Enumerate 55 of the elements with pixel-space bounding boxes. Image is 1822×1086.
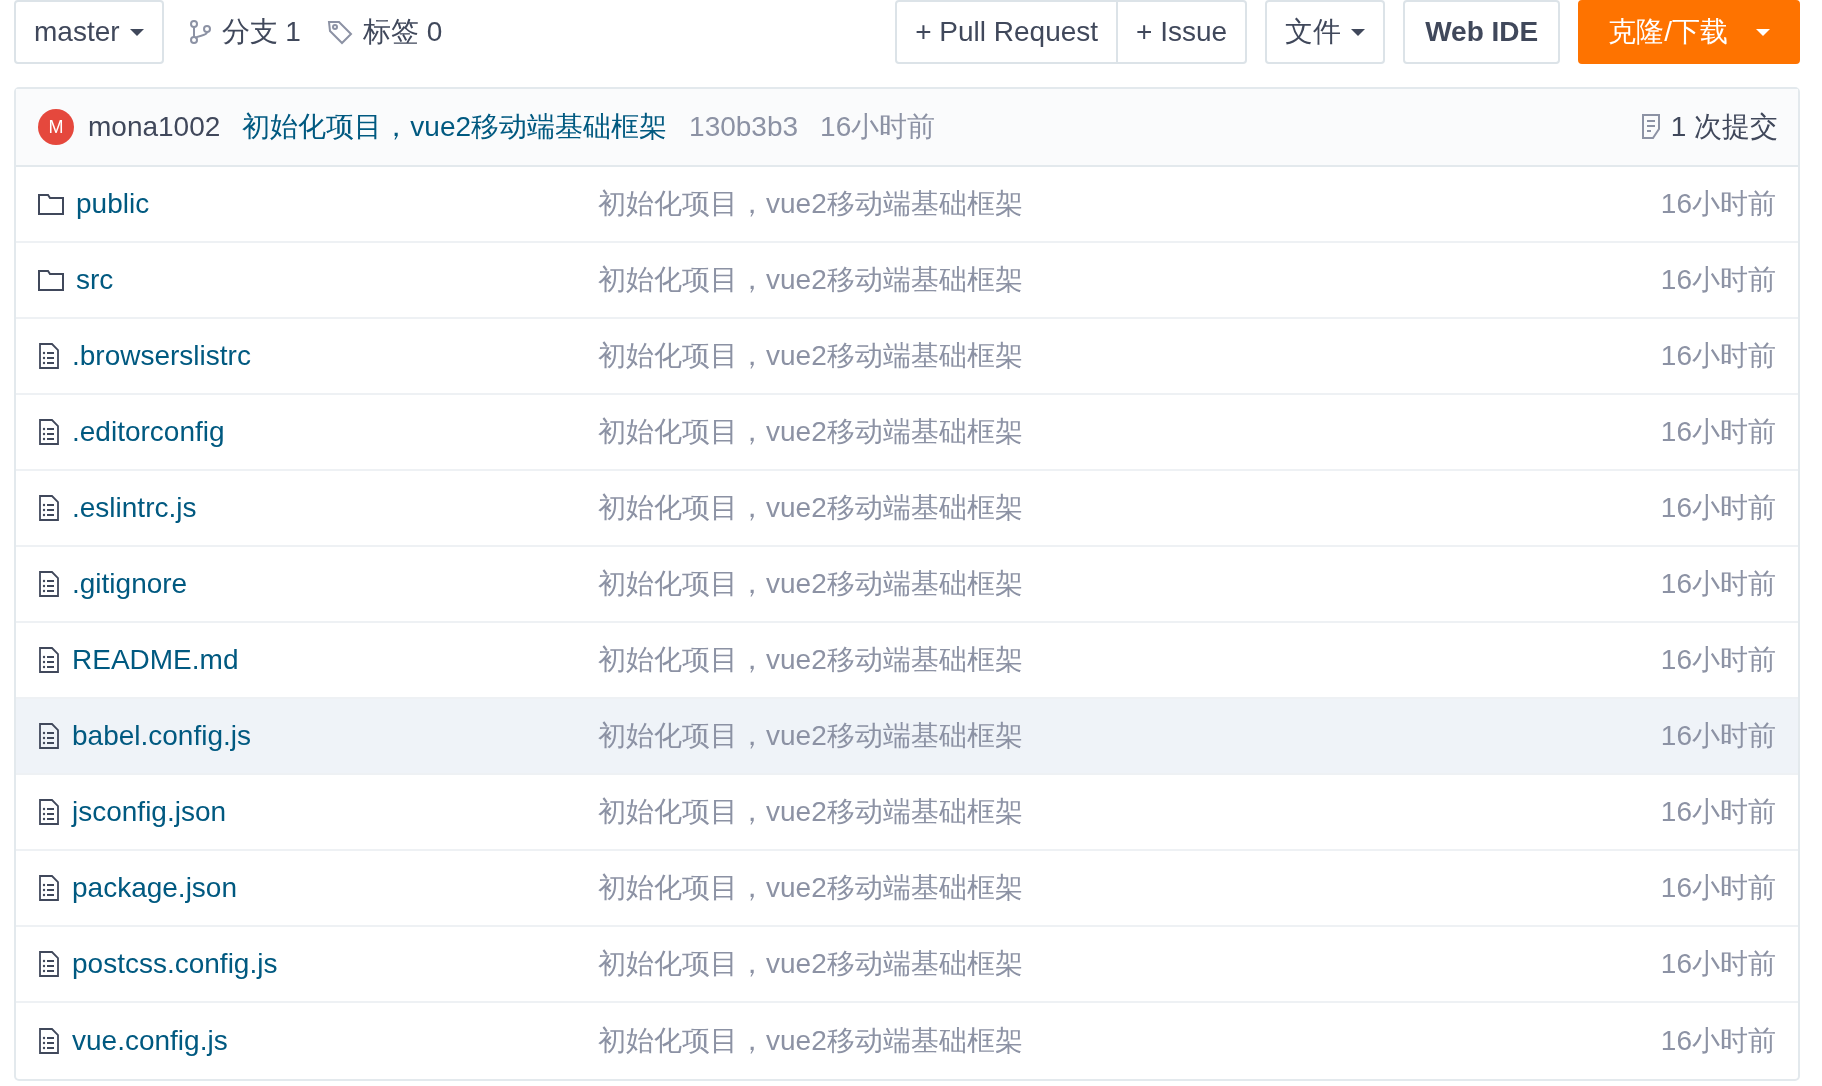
file-name-link[interactable]: package.json — [72, 867, 237, 909]
avatar: M — [38, 109, 74, 145]
caret-icon — [129, 28, 144, 36]
commit-time: 16小时前 — [820, 110, 936, 144]
file-icon — [38, 343, 60, 369]
file-icon — [38, 723, 60, 749]
file-time: 16小时前 — [1660, 719, 1776, 753]
file-time: 16小时前 — [1660, 339, 1776, 373]
file-time: 16小时前 — [1660, 187, 1776, 221]
file-name-link[interactable]: src — [76, 259, 114, 301]
file-icon — [38, 1028, 60, 1054]
caret-icon — [1756, 28, 1770, 36]
folder-icon — [38, 269, 64, 291]
file-time: 16小时前 — [1660, 795, 1776, 829]
file-name-link[interactable]: .gitignore — [72, 563, 188, 605]
file-name-link[interactable]: .eslintrc.js — [72, 487, 197, 529]
file-icon — [38, 875, 60, 901]
file-icon — [38, 951, 60, 977]
file-time: 16小时前 — [1660, 643, 1776, 677]
tag-count-link[interactable]: 标签 0 — [362, 11, 443, 53]
file-time: 16小时前 — [1660, 1024, 1776, 1058]
commit-hash: 130b3b3 — [689, 110, 799, 144]
file-name-link[interactable]: README.md — [72, 639, 239, 681]
folder-icon — [38, 193, 64, 215]
file-time: 16小时前 — [1660, 415, 1776, 449]
file-dropdown[interactable]: 文件 — [1265, 0, 1386, 64]
file-icon — [38, 799, 60, 825]
file-name-link[interactable]: vue.config.js — [72, 1020, 228, 1062]
commit-author: mona1002 — [88, 110, 221, 144]
tag-icon — [326, 19, 353, 45]
file-icon — [38, 419, 60, 445]
caret-icon — [1351, 28, 1366, 36]
file-icon — [38, 495, 60, 521]
branch-count-link[interactable]: 分支 1 — [221, 11, 301, 53]
commit-count-link[interactable]: 1 次提交 — [1670, 106, 1778, 148]
toolbar-button[interactable]: + Pull Request — [895, 0, 1119, 64]
toolbar-button[interactable]: + Issue — [1118, 0, 1248, 64]
file-time: 16小时前 — [1660, 567, 1776, 601]
file-icon — [38, 571, 60, 597]
file-name-link[interactable]: postcss.config.js — [72, 943, 278, 985]
file-name-link[interactable]: .browserslistrc — [72, 335, 251, 377]
file-time: 16小时前 — [1660, 491, 1776, 525]
file-name-link[interactable]: jsconfig.json — [72, 791, 227, 833]
file-name-link[interactable]: .editorconfig — [72, 411, 225, 453]
commits-icon — [1640, 113, 1663, 141]
file-time: 16小时前 — [1660, 263, 1776, 297]
web-ide-button[interactable]: Web IDE — [1403, 0, 1561, 64]
file-name-link[interactable]: babel.config.js — [72, 715, 251, 757]
file-name-link[interactable]: public — [76, 183, 150, 225]
branch-dropdown[interactable]: master — [14, 0, 164, 64]
branch-icon — [187, 19, 212, 45]
file-icon — [38, 647, 60, 673]
commit-message-link[interactable]: 初始化项目，vue2移动端基础框架 — [242, 106, 668, 148]
file-time: 16小时前 — [1660, 947, 1776, 981]
file-time: 16小时前 — [1660, 871, 1776, 905]
